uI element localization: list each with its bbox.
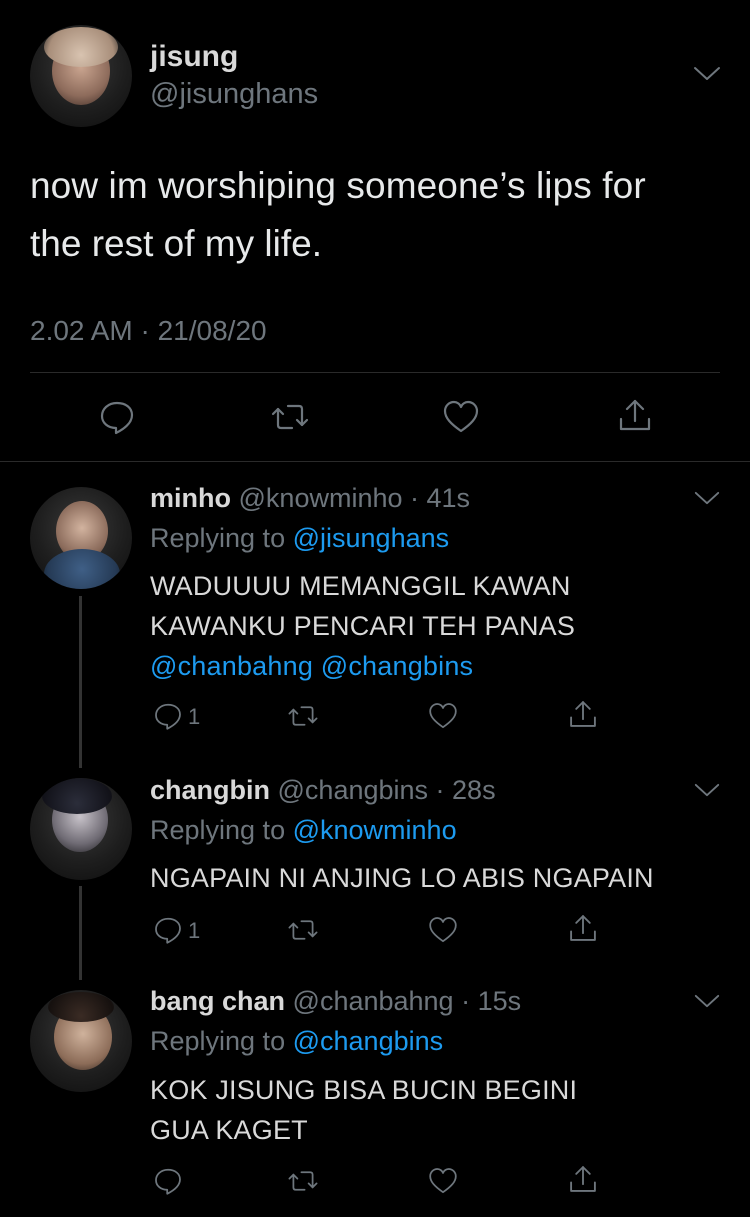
share-icon[interactable]	[566, 911, 600, 945]
time: · 28s	[435, 775, 496, 805]
replying-to: Replying to @knowminho	[150, 815, 457, 846]
handle[interactable]: @knowminho	[239, 483, 403, 513]
reply-header: minho @knowminho · 41s	[150, 483, 470, 514]
avatar[interactable]	[30, 25, 132, 127]
retweet-icon[interactable]	[286, 914, 320, 946]
handle[interactable]: @chanbahng	[293, 986, 454, 1016]
replying-prefix: Replying to	[150, 1026, 286, 1056]
reply-text-line1: WADUUUU MEMANGGIL KAWAN	[150, 571, 571, 601]
reply-text-line2: GUA KAGET	[150, 1115, 308, 1145]
reply-header: changbin @changbins · 28s	[150, 775, 496, 806]
reply-icon[interactable]	[97, 397, 137, 437]
reply-text-line1: NGAPAIN NI ANJING LO ABIS NGAPAIN	[150, 863, 654, 893]
reply-mentions: @chanbahng @changbins	[150, 646, 473, 686]
chevron-down-icon[interactable]	[693, 781, 721, 800]
avatar[interactable]	[30, 990, 132, 1092]
tweet-text-line1: now im worshiping someone’s lips for	[30, 165, 646, 206]
mention-link[interactable]: @chanbahng	[150, 651, 313, 681]
like-icon[interactable]	[441, 397, 481, 437]
reply-icon[interactable]	[152, 1165, 184, 1197]
replying-prefix: Replying to	[150, 815, 286, 845]
retweet-icon[interactable]	[286, 1165, 320, 1197]
handle[interactable]: @jisunghans	[150, 78, 318, 111]
mention-link[interactable]: @knowminho	[293, 815, 457, 845]
thread-line	[79, 596, 82, 768]
chevron-down-icon[interactable]	[693, 992, 721, 1011]
thread-line	[79, 886, 82, 980]
display-name[interactable]: bang chan	[150, 986, 285, 1016]
reply-header: bang chan @chanbahng · 15s	[150, 986, 521, 1017]
divider	[0, 461, 750, 462]
retweet-icon[interactable]	[270, 397, 310, 437]
chevron-down-icon[interactable]	[693, 489, 721, 508]
replying-to: Replying to @jisunghans	[150, 523, 449, 554]
like-icon[interactable]	[427, 914, 459, 946]
reply-count: 1	[188, 704, 201, 729]
reply-text-line1: KOK JISUNG BISA BUCIN BEGINI	[150, 1075, 578, 1105]
reply-icon[interactable]	[152, 914, 184, 946]
like-icon[interactable]	[427, 700, 459, 732]
tweet-text-line2: the rest of my life.	[30, 223, 322, 264]
divider	[30, 372, 720, 373]
display-name[interactable]: minho	[150, 483, 231, 513]
time: · 15s	[461, 986, 522, 1016]
share-icon[interactable]	[615, 395, 655, 435]
reply-icon[interactable]	[152, 700, 184, 732]
avatar[interactable]	[30, 778, 132, 880]
mention-link[interactable]: @changbins	[321, 651, 474, 681]
retweet-icon[interactable]	[286, 700, 320, 732]
timestamp[interactable]: 2.02 AM · 21/08/20	[30, 315, 267, 347]
replying-prefix: Replying to	[150, 523, 286, 553]
like-icon[interactable]	[427, 1165, 459, 1197]
display-name[interactable]: changbin	[150, 775, 270, 805]
share-icon[interactable]	[566, 1162, 600, 1196]
reply-count: 1	[188, 918, 201, 943]
avatar[interactable]	[30, 487, 132, 589]
display-name[interactable]: jisung	[150, 40, 238, 74]
time: · 41s	[410, 483, 471, 513]
replying-to: Replying to @changbins	[150, 1026, 443, 1057]
chevron-down-icon[interactable]	[692, 64, 722, 84]
share-icon[interactable]	[566, 697, 600, 731]
reply-text-line2: KAWANKU PENCARI TEH PANAS	[150, 611, 576, 641]
mention-link[interactable]: @changbins	[293, 1026, 444, 1056]
mention-link[interactable]: @jisunghans	[293, 523, 450, 553]
handle[interactable]: @changbins	[278, 775, 429, 805]
